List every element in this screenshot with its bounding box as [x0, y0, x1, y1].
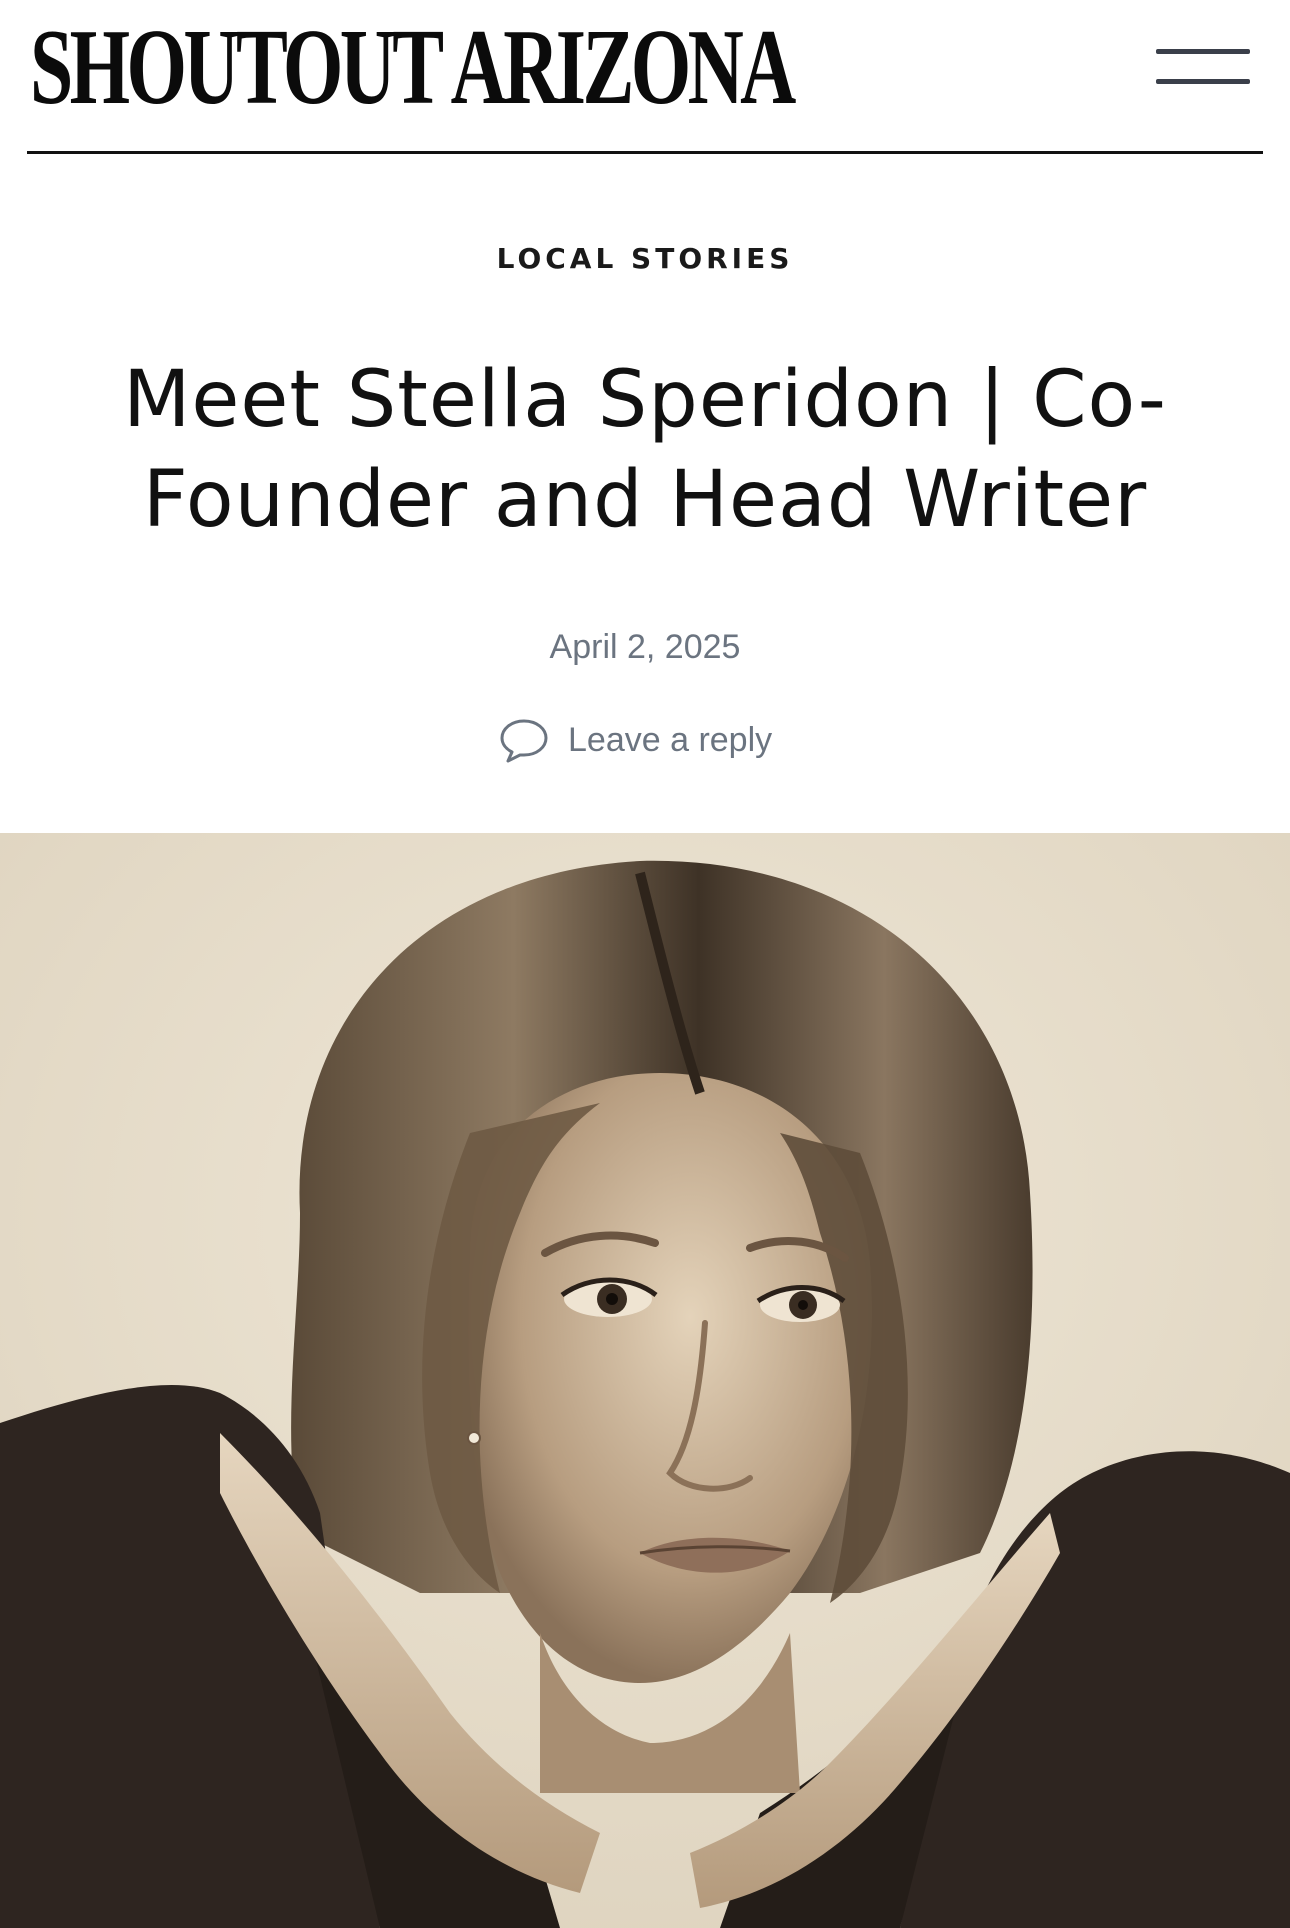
leave-reply-label: Leave a reply: [568, 720, 773, 759]
article-title: Meet Stella Speridon | Co-Founder and He…: [123, 355, 1167, 545]
comment-bubble-icon: [500, 719, 548, 763]
hamburger-menu-icon: [1156, 49, 1250, 54]
menu-button[interactable]: [1152, 44, 1252, 94]
leave-reply-link[interactable]: Leave a reply: [498, 714, 772, 766]
featured-image: [0, 833, 1290, 1928]
site-header: SHOUTOUT ARIZONA: [0, 0, 1290, 156]
site-logo[interactable]: SHOUTOUT ARIZONA: [30, 14, 796, 122]
portrait-photo: [0, 833, 1290, 1928]
hamburger-menu-icon-line: [1156, 79, 1250, 84]
header-divider: [27, 151, 1263, 154]
post-date[interactable]: April 2, 2025: [0, 628, 1290, 667]
category-link[interactable]: LOCAL STORIES: [0, 242, 1290, 275]
